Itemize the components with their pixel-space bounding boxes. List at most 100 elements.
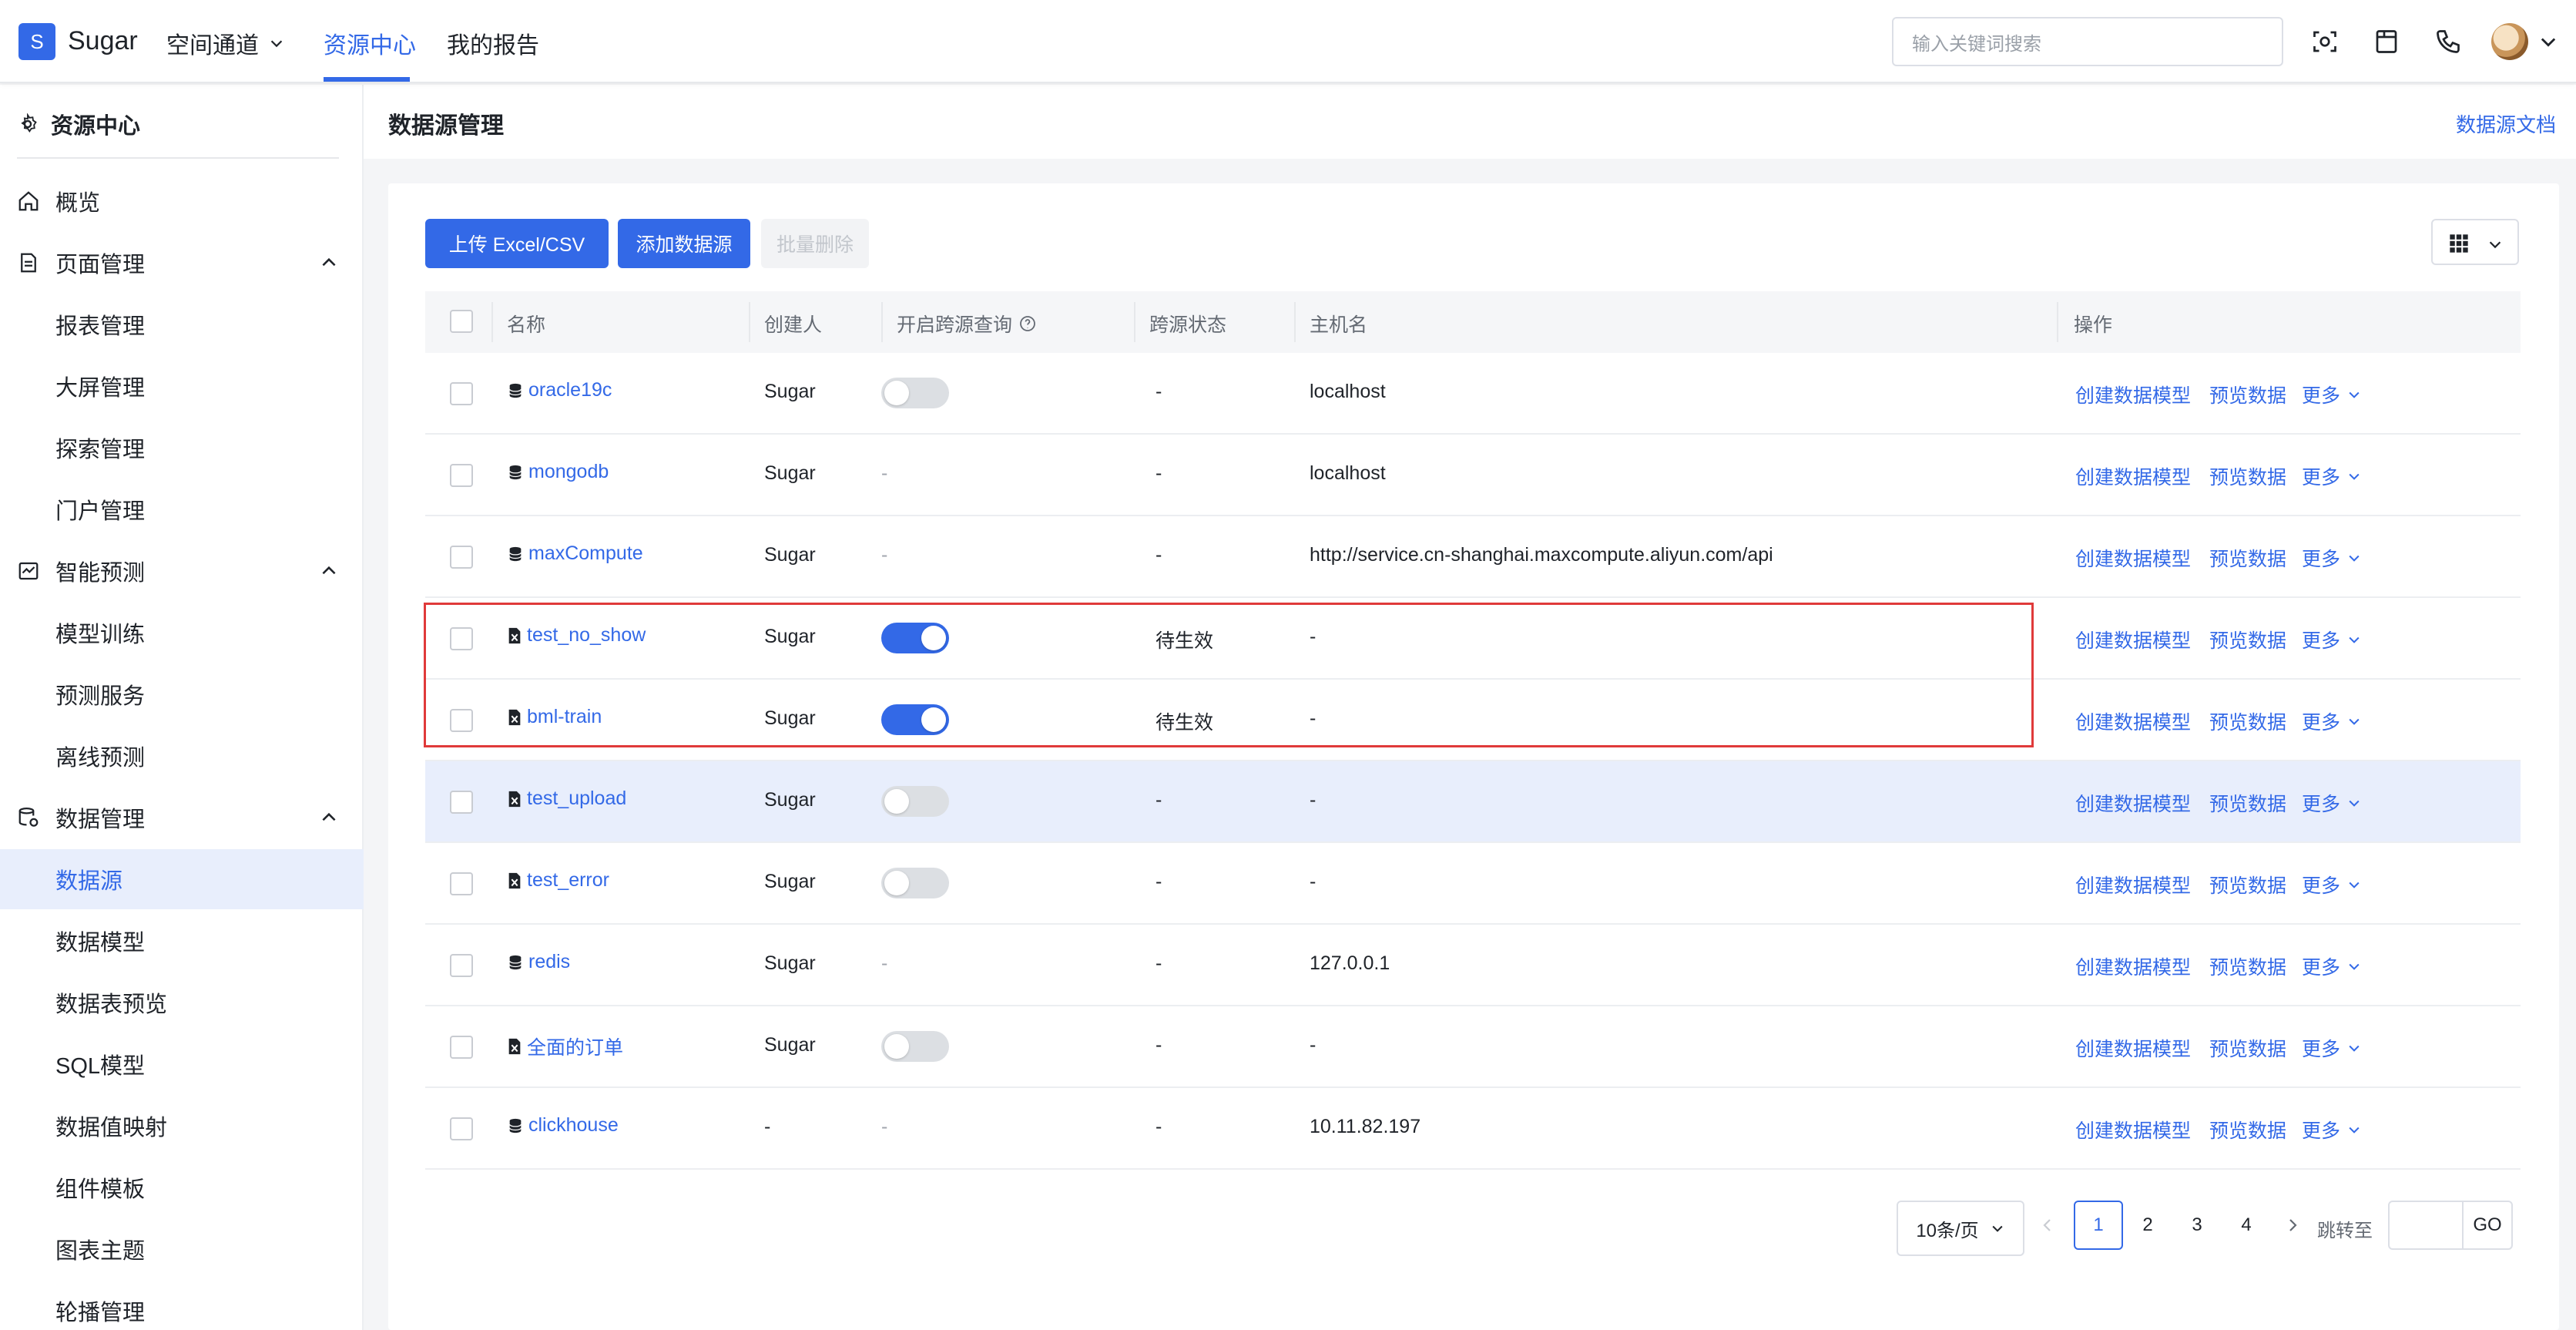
batch-delete-button[interactable]: 批量删除 <box>761 219 869 268</box>
app-name[interactable]: Sugar <box>68 26 138 56</box>
add-data-source-button[interactable]: 添加数据源 <box>618 219 750 268</box>
create-data-model-link[interactable]: 创建数据模型 <box>2075 871 2191 898</box>
data-source-name-link[interactable]: clickhouse <box>507 1114 619 1137</box>
document-icon[interactable] <box>2373 28 2400 55</box>
row-checkbox[interactable] <box>450 954 473 977</box>
row-checkbox[interactable] <box>450 1117 473 1140</box>
create-data-model-link[interactable]: 创建数据模型 <box>2075 1116 2191 1144</box>
table-row[interactable]: test_error Sugar - - 创建数据模型 预览数据 更多 <box>425 843 2521 925</box>
cross-query-toggle[interactable] <box>881 623 949 653</box>
sidebar-item-sql-model[interactable]: SQL模型 <box>0 1034 364 1094</box>
preview-data-link[interactable]: 预览数据 <box>2209 707 2286 735</box>
more-actions-dropdown[interactable]: 更多 <box>2302 1034 2362 1062</box>
table-row[interactable]: clickhouse - - - 10.11.82.197 创建数据模型 预览数据 更多 <box>425 1088 2521 1170</box>
table-row[interactable]: test_no_show Sugar 待生效 - 创建数据模型 预览数据 更多 <box>425 598 2521 680</box>
cross-query-toggle[interactable] <box>881 868 949 898</box>
go-button[interactable]: GO <box>2462 1201 2513 1250</box>
page-button-3[interactable]: 3 <box>2172 1201 2222 1250</box>
sidebar-item-smart-prediction[interactable]: 智能预测 <box>0 541 364 601</box>
table-row[interactable]: oracle19c Sugar - localhost 创建数据模型 预览数据 更多 <box>425 353 2521 435</box>
scan-icon[interactable] <box>2311 28 2339 55</box>
sidebar-item-data-model[interactable]: 数据模型 <box>0 911 364 971</box>
sidebar-item-overview[interactable]: 概览 <box>0 171 364 231</box>
upload-excel-csv-button[interactable]: 上传 Excel/CSV <box>425 219 609 268</box>
more-actions-dropdown[interactable]: 更多 <box>2302 544 2362 572</box>
sidebar-item-data-management[interactable]: 数据管理 <box>0 788 364 848</box>
preview-data-link[interactable]: 预览数据 <box>2209 626 2286 653</box>
sidebar-item-prediction-service[interactable]: 预测服务 <box>0 664 364 724</box>
preview-data-link[interactable]: 预览数据 <box>2209 952 2286 980</box>
create-data-model-link[interactable]: 创建数据模型 <box>2075 544 2191 572</box>
phone-icon[interactable] <box>2434 28 2462 55</box>
nav-resource-center[interactable]: 资源中心 <box>324 26 416 60</box>
chevron-left-icon[interactable] <box>2038 1216 2057 1234</box>
row-checkbox[interactable] <box>450 464 473 487</box>
data-source-name-link[interactable]: maxCompute <box>507 542 643 565</box>
create-data-model-link[interactable]: 创建数据模型 <box>2075 789 2191 817</box>
sidebar-item-data-source[interactable]: 数据源 <box>0 849 364 909</box>
data-source-name-link[interactable]: mongodb <box>507 461 609 483</box>
chevron-down-icon[interactable] <box>2537 28 2559 55</box>
more-actions-dropdown[interactable]: 更多 <box>2302 462 2362 490</box>
sidebar-item-explore-management[interactable]: 探索管理 <box>0 418 364 478</box>
row-checkbox[interactable] <box>450 709 473 732</box>
column-header-cross-query[interactable]: 开启跨源查询 <box>897 310 1037 338</box>
sidebar-item-model-training[interactable]: 模型训练 <box>0 603 364 663</box>
row-checkbox[interactable] <box>450 382 473 405</box>
preview-data-link[interactable]: 预览数据 <box>2209 381 2286 408</box>
row-checkbox[interactable] <box>450 627 473 650</box>
table-row[interactable]: 全面的订单 Sugar - - 创建数据模型 预览数据 更多 <box>425 1006 2521 1088</box>
sugar-logo-icon[interactable]: S <box>18 23 55 60</box>
more-actions-dropdown[interactable]: 更多 <box>2302 1116 2362 1144</box>
sidebar-item-portal-management[interactable]: 门户管理 <box>0 479 364 539</box>
page-size-select[interactable]: 10条/页 <box>1897 1201 2024 1256</box>
data-source-name-link[interactable]: oracle19c <box>507 379 612 401</box>
table-row[interactable]: mongodb Sugar - - localhost 创建数据模型 预览数据 更多 <box>425 435 2521 516</box>
data-source-doc-link[interactable]: 数据源文档 <box>2456 109 2556 138</box>
row-checkbox[interactable] <box>450 546 473 569</box>
more-actions-dropdown[interactable]: 更多 <box>2302 871 2362 898</box>
create-data-model-link[interactable]: 创建数据模型 <box>2075 381 2191 408</box>
more-actions-dropdown[interactable]: 更多 <box>2302 626 2362 653</box>
sidebar-item-value-mapping[interactable]: 数据值映射 <box>0 1096 364 1156</box>
preview-data-link[interactable]: 预览数据 <box>2209 789 2286 817</box>
create-data-model-link[interactable]: 创建数据模型 <box>2075 952 2191 980</box>
sidebar-item-page-management[interactable]: 页面管理 <box>0 233 364 293</box>
nav-space-dropdown[interactable]: 空间通道 <box>166 26 285 60</box>
create-data-model-link[interactable]: 创建数据模型 <box>2075 707 2191 735</box>
preview-data-link[interactable]: 预览数据 <box>2209 462 2286 490</box>
page-button-4[interactable]: 4 <box>2222 1201 2271 1250</box>
row-checkbox[interactable] <box>450 791 473 814</box>
column-header-host[interactable]: 主机名 <box>1310 310 1367 338</box>
view-switch-button[interactable] <box>2431 219 2519 265</box>
sidebar-item-screen-management[interactable]: 大屏管理 <box>0 356 364 416</box>
help-circle-icon[interactable] <box>1018 314 1037 333</box>
table-row[interactable]: bml-train Sugar 待生效 - 创建数据模型 预览数据 更多 <box>425 680 2521 761</box>
more-actions-dropdown[interactable]: 更多 <box>2302 381 2362 408</box>
cross-query-toggle[interactable] <box>881 786 949 817</box>
data-source-name-link[interactable]: bml-train <box>507 706 602 728</box>
data-source-name-link[interactable]: 全面的订单 <box>507 1033 623 1060</box>
column-header-cross-status[interactable]: 跨源状态 <box>1149 310 1226 338</box>
cross-query-toggle[interactable] <box>881 704 949 735</box>
row-checkbox[interactable] <box>450 872 473 895</box>
sidebar-item-report-management[interactable]: 报表管理 <box>0 294 364 354</box>
sidebar-item-carousel-management[interactable]: 轮播管理 <box>0 1281 364 1330</box>
preview-data-link[interactable]: 预览数据 <box>2209 1034 2286 1062</box>
data-source-name-link[interactable]: test_no_show <box>507 624 646 647</box>
more-actions-dropdown[interactable]: 更多 <box>2302 707 2362 735</box>
sidebar-item-table-preview[interactable]: 数据表预览 <box>0 972 364 1033</box>
cross-query-toggle[interactable] <box>881 378 949 408</box>
page-button-1[interactable]: 1 <box>2074 1201 2123 1250</box>
goto-page-input[interactable] <box>2388 1201 2464 1250</box>
page-button-2[interactable]: 2 <box>2123 1201 2172 1250</box>
chevron-right-icon[interactable] <box>2283 1216 2302 1234</box>
column-header-creator[interactable]: 创建人 <box>764 310 822 338</box>
sidebar-item-chart-theme[interactable]: 图表主题 <box>0 1219 364 1279</box>
preview-data-link[interactable]: 预览数据 <box>2209 544 2286 572</box>
cross-query-toggle[interactable] <box>881 1031 949 1062</box>
user-avatar[interactable] <box>2491 23 2528 60</box>
search-input[interactable]: 输入关键词搜索 <box>1892 17 2283 66</box>
sidebar-item-component-template[interactable]: 组件模板 <box>0 1157 364 1217</box>
column-header-name[interactable]: 名称 <box>507 310 545 338</box>
